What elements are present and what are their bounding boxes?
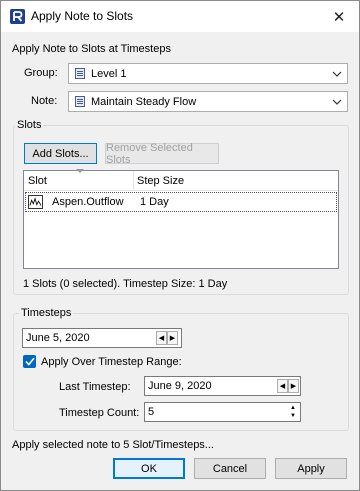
slots-status: 1 Slots (0 selected). Timestep Size: 1 D… (23, 278, 228, 290)
decrement-icon[interactable]: ▼ (286, 412, 300, 420)
slots-table: Slot Step Size Aspen.Outflow 1 Day (23, 169, 339, 269)
group-value: Level 1 (91, 67, 127, 80)
ok-button[interactable]: OK (113, 458, 185, 479)
section-heading: Apply Note to Slots at Timesteps (12, 43, 171, 55)
slot-step-size: 1 Day (140, 196, 169, 208)
apply-button[interactable]: Apply (275, 458, 347, 479)
apply-summary: Apply selected note to 5 Slot/Timesteps.… (12, 439, 214, 451)
table-row[interactable]: Aspen.Outflow 1 Day (25, 192, 337, 212)
timesteps-group-title: Timesteps (19, 307, 74, 319)
title-bar: Apply Note to Slots ✕ (1, 1, 359, 32)
note-label: Note: (31, 95, 58, 107)
chevron-down-icon (327, 99, 347, 105)
series-slot-icon (28, 195, 43, 209)
sheet-icon (75, 96, 85, 107)
group-select[interactable]: Level 1 (68, 63, 348, 84)
remove-selected-slots-button[interactable]: Remove Selected Slots (105, 142, 219, 166)
column-header-slot[interactable]: Slot (28, 175, 47, 187)
slots-group-title: Slots (15, 119, 44, 131)
next-date-icon[interactable]: ▶ (288, 379, 299, 393)
start-date-stepper[interactable]: ◀ ▶ (156, 331, 178, 345)
cancel-button[interactable]: Cancel (194, 458, 266, 479)
increment-icon[interactable]: ▲ (286, 404, 300, 412)
column-divider[interactable] (133, 171, 134, 191)
apply-note-dialog: Apply Note to Slots ✕ Apply Note to Slot… (0, 0, 360, 491)
last-timestep-value: June 9, 2020 (148, 380, 212, 392)
window-title: Apply Note to Slots (31, 9, 134, 23)
next-date-icon[interactable]: ▶ (167, 331, 178, 345)
start-date-value: June 5, 2020 (26, 332, 90, 344)
range-checkbox[interactable] (23, 355, 36, 368)
close-button[interactable]: ✕ (319, 1, 359, 32)
close-icon: ✕ (332, 8, 346, 26)
note-value: Maintain Steady Flow (91, 95, 197, 108)
checkmark-icon (24, 357, 35, 366)
timestep-count-field[interactable]: 5 (144, 402, 301, 422)
timestep-count-label: Timestep Count: (59, 407, 140, 419)
previous-date-icon[interactable]: ◀ (156, 331, 167, 345)
note-select[interactable]: Maintain Steady Flow (68, 91, 348, 112)
sort-arrow-icon (76, 169, 84, 173)
add-slots-button[interactable]: Add Slots... (24, 143, 97, 164)
chevron-down-icon (327, 71, 347, 77)
app-logo-icon (10, 9, 25, 24)
sheet-icon (75, 68, 85, 79)
timestep-count-spinner[interactable]: ▲ ▼ (286, 404, 300, 420)
previous-date-icon[interactable]: ◀ (277, 379, 288, 393)
last-timestep-label: Last Timestep: (59, 381, 131, 393)
column-header-step-size[interactable]: Step Size (137, 175, 184, 187)
range-checkbox-label[interactable]: Apply Over Timestep Range: (41, 356, 182, 368)
slot-name: Aspen.Outflow (52, 196, 124, 208)
last-timestep-stepper[interactable]: ◀ ▶ (277, 379, 299, 393)
timestep-count-value: 5 (148, 406, 155, 418)
table-header: Slot Step Size (24, 169, 338, 191)
group-label: Group: (24, 67, 58, 79)
